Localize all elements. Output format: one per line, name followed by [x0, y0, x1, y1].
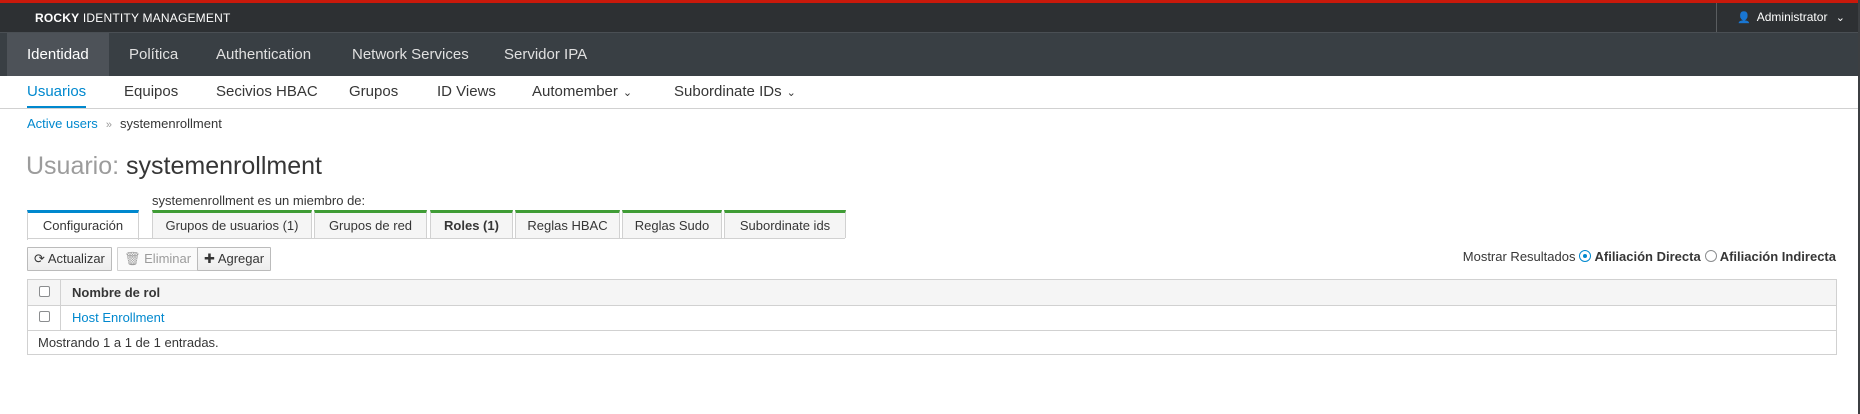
subnav-subordinate-label: Subordinate IDs — [674, 83, 782, 100]
subnav-automember-label: Automember — [532, 83, 618, 100]
masthead: ROCKY IDENTITY MANAGEMENT 👤 Administrato… — [0, 3, 1858, 32]
table-row: Host Enrollment — [28, 305, 1836, 331]
user-label: Administrator — [1756, 10, 1828, 24]
nav-item-servidor-ipa[interactable]: Servidor IPA — [484, 33, 607, 77]
tabs-divider — [27, 238, 845, 239]
pagination-text: Mostrando 1 a 1 de 1 entradas. — [38, 335, 219, 350]
subnav-item-automember[interactable]: Automember ⌄ — [532, 76, 632, 108]
subnav-item-usuarios[interactable]: Usuarios — [27, 76, 87, 108]
page-title-label: Usuario: — [26, 152, 120, 180]
row-checkbox[interactable] — [39, 311, 50, 322]
nav-item-politica[interactable]: Política — [109, 33, 198, 77]
refresh-icon: ⟳ — [34, 251, 45, 266]
trash-icon: 🗑 — [124, 251, 141, 266]
chevron-down-icon: ⌄ — [622, 87, 633, 99]
subnav-item-grupos[interactable]: Grupos — [349, 76, 398, 108]
results-filter: Mostrar Resultados Afiliación Directa Afil… — [1463, 249, 1836, 264]
tab-configuracion[interactable]: Configuración — [27, 210, 139, 240]
refresh-button[interactable]: ⟳ Actualizar — [27, 247, 112, 271]
brand-rest: IDENTITY MANAGEMENT — [82, 11, 231, 25]
page-title: Usuario: systemenrollment — [26, 152, 322, 181]
breadcrumb-current: systemenrollment — [119, 116, 222, 131]
user-menu[interactable]: 👤 Administrator ⌄ — [1716, 3, 1858, 32]
select-all-checkbox[interactable] — [39, 286, 50, 297]
breadcrumb: Active users » systemenrollment — [27, 116, 222, 131]
nav-item-network-services[interactable]: Network Services — [332, 33, 489, 77]
tab-reglas-hbac[interactable]: Reglas HBAC — [515, 210, 620, 238]
subnav-item-hbac[interactable]: Secivios HBAC — [216, 76, 318, 108]
tab-grupos-red[interactable]: Grupos de red — [314, 210, 427, 238]
breadcrumb-separator: » — [105, 119, 112, 131]
tab-reglas-sudo[interactable]: Reglas Sudo — [622, 210, 722, 238]
column-divider — [60, 280, 61, 305]
secondary-nav: Usuarios Equipos Secivios HBAC Grupos ID… — [0, 76, 1858, 109]
nav-item-identidad[interactable]: Identidad — [7, 33, 109, 77]
user-icon: 👤 — [1737, 12, 1752, 24]
radio-indirect-label: Afiliación Indirecta — [1719, 249, 1836, 264]
primary-nav: Identidad Política Authentication Networ… — [0, 32, 1858, 77]
member-of-label: systemenrollment es un miembro de: — [152, 193, 366, 208]
nav-item-authentication[interactable]: Authentication — [196, 33, 331, 77]
page-title-name: systemenrollment — [126, 152, 322, 180]
app-window: ROCKY IDENTITY MANAGEMENT 👤 Administrato… — [0, 0, 1860, 414]
tab-roles[interactable]: Roles (1) — [430, 210, 513, 238]
column-divider — [60, 305, 61, 330]
add-label: Agregar — [217, 251, 265, 266]
roles-table: Nombre de rol Host Enrollment Mostrando … — [27, 279, 1837, 355]
subnav-item-id-views[interactable]: ID Views — [437, 76, 496, 108]
chevron-down-icon: ⌄ — [1835, 12, 1845, 24]
brand-logo: ROCKY IDENTITY MANAGEMENT — [35, 11, 230, 25]
results-label: Mostrar Resultados — [1462, 249, 1576, 264]
breadcrumb-parent-link[interactable]: Active users — [27, 116, 98, 131]
radio-direct-label: Afiliación Directa — [1594, 249, 1701, 264]
chevron-down-icon: ⌄ — [786, 87, 796, 99]
subnav-item-subordinate-ids[interactable]: Subordinate IDs ⌄ — [674, 76, 796, 108]
subnav-item-equipos[interactable]: Equipos — [124, 76, 178, 108]
radio-direct[interactable] — [1579, 250, 1592, 262]
table-header: Nombre de rol — [28, 280, 1836, 306]
tab-grupos-usuarios[interactable]: Grupos de usuarios (1) — [152, 210, 312, 238]
column-header-nombre-rol: Nombre de rol — [72, 285, 161, 300]
table-footer: Mostrando 1 a 1 de 1 entradas. — [28, 330, 1836, 354]
app-content: ROCKY IDENTITY MANAGEMENT 👤 Administrato… — [0, 0, 1858, 414]
delete-button[interactable]: 🗑 Eliminar — [117, 247, 199, 271]
plus-icon: ✚ — [204, 251, 215, 266]
add-button[interactable]: ✚ Agregar — [197, 247, 272, 271]
radio-indirect[interactable] — [1704, 250, 1717, 262]
refresh-label: Actualizar — [47, 251, 105, 266]
tab-subordinate-ids[interactable]: Subordinate ids — [724, 210, 846, 238]
role-link[interactable]: Host Enrollment — [72, 310, 164, 325]
delete-label: Eliminar — [144, 251, 192, 266]
brand-bold: ROCKY — [35, 11, 80, 25]
